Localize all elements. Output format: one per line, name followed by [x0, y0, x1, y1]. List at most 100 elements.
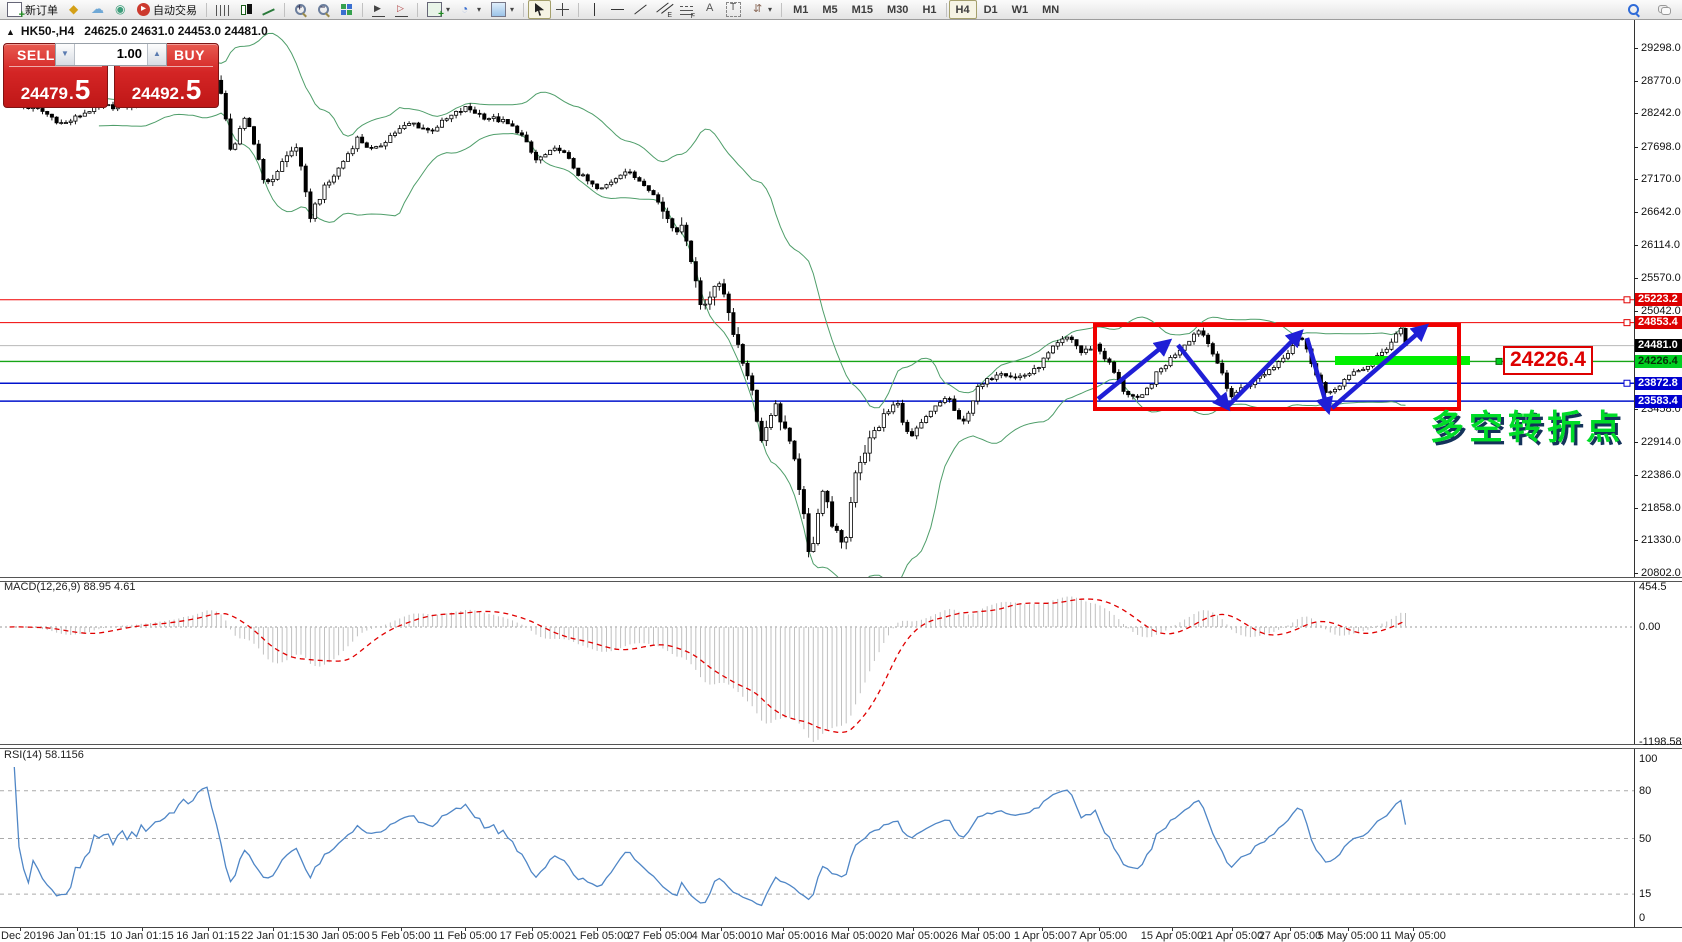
- line-chart-button[interactable]: [257, 0, 280, 19]
- time-tick-label: 17 Feb 05:00: [500, 930, 565, 942]
- time-tick-label: 11 May 05:00: [1380, 930, 1446, 942]
- equidistant-channel-button[interactable]: [652, 0, 675, 19]
- new-order-button[interactable]: 新订单: [2, 0, 63, 19]
- new-chart-dropdown-icon[interactable]: ▾: [446, 5, 450, 14]
- candlestick-chart-button[interactable]: [234, 0, 257, 19]
- price-tick-dash: [1634, 81, 1638, 82]
- zoom-out-button[interactable]: [312, 0, 335, 19]
- toolbar-group[interactable]: [209, 0, 282, 19]
- level-marker[interactable]: [1624, 380, 1630, 386]
- time-tick-label: 16 Mar 05:00: [816, 930, 881, 942]
- price-tick-dash: [1634, 540, 1638, 541]
- trend-arrow[interactable]: [1332, 327, 1425, 408]
- level-marker[interactable]: [1624, 320, 1630, 326]
- toolbar-right[interactable]: [1622, 0, 1682, 19]
- periods-dropdown-icon[interactable]: ▾: [477, 5, 481, 14]
- timeframe-m5-button[interactable]: M5: [815, 0, 844, 19]
- price-tick-label: 20802.0: [1641, 567, 1681, 579]
- rsi-axis-label: 50: [1639, 833, 1651, 845]
- timeframe-d1-button[interactable]: D1: [977, 0, 1005, 19]
- community-icon: [91, 3, 104, 16]
- trend-arrow[interactable]: [1178, 345, 1227, 407]
- metaeditor-button[interactable]: [63, 0, 86, 19]
- toolbar-group[interactable]: [365, 0, 415, 19]
- toolbar-separator[interactable]: [781, 3, 782, 17]
- text-button[interactable]: [698, 0, 721, 19]
- chart-shift-button[interactable]: [390, 0, 413, 19]
- level-marker[interactable]: [1624, 297, 1630, 303]
- trendline-button[interactable]: [629, 0, 652, 19]
- autotrading-button[interactable]: 自动交易: [132, 0, 202, 19]
- new-chart-button[interactable]: ▾: [422, 0, 455, 19]
- community-button[interactable]: [86, 0, 109, 19]
- bar-chart-button[interactable]: [211, 0, 234, 19]
- arrows-button[interactable]: ▾: [746, 0, 777, 19]
- price-tick-label: 22386.0: [1641, 469, 1681, 481]
- signals-button[interactable]: [109, 0, 132, 19]
- pane-splitter-macd[interactable]: [0, 577, 1682, 582]
- periods-button[interactable]: ▾: [455, 0, 486, 19]
- cursor-button[interactable]: [528, 0, 551, 19]
- toolbar-group[interactable]: ▾ ▾ ▾: [420, 0, 521, 19]
- toolbar-separator[interactable]: [523, 3, 524, 17]
- templates-dropdown-icon[interactable]: ▾: [510, 5, 514, 14]
- crosshair-button[interactable]: [551, 0, 574, 19]
- volume-input[interactable]: 1.00: [75, 44, 147, 65]
- collapse-panel-icon[interactable]: ▲: [6, 27, 15, 37]
- timeframe-group[interactable]: M1M5M15M30H1 H4D1W1MN: [784, 0, 1068, 19]
- price-tick-dash: [1634, 113, 1638, 114]
- toolbar-group[interactable]: 新订单 自动交易: [0, 0, 204, 19]
- auto-scroll-button[interactable]: [367, 0, 390, 19]
- toolbar-separator[interactable]: [417, 3, 418, 17]
- toolbar-separator[interactable]: [206, 3, 207, 17]
- toolbar-separator[interactable]: [946, 3, 947, 17]
- trend-arrow[interactable]: [1227, 333, 1300, 407]
- support-bar[interactable]: [1335, 356, 1470, 365]
- toolbar-group[interactable]: ▾: [581, 0, 779, 19]
- price-tick-dash: [1634, 179, 1638, 180]
- zoom-in-button[interactable]: [289, 0, 312, 19]
- level-marker[interactable]: [1496, 358, 1502, 364]
- timeframe-m1-button[interactable]: M1: [786, 0, 815, 19]
- one-click-trading-panel: SELL 24479.5 BUY 24492.5 ▼ 1.00 ▲: [3, 43, 217, 106]
- search-button[interactable]: [1622, 0, 1645, 19]
- timeframe-mn-button[interactable]: MN: [1035, 0, 1066, 19]
- fibonacci-button[interactable]: [675, 0, 698, 19]
- price-tick-dash: [1634, 245, 1638, 246]
- trend-arrow[interactable]: [1098, 342, 1168, 399]
- trend-arrow[interactable]: [1307, 338, 1328, 410]
- templates-icon: [491, 2, 506, 17]
- chat-button[interactable]: [1653, 0, 1676, 19]
- toolbar-separator[interactable]: [578, 3, 579, 17]
- macd-histogram: [10, 597, 1406, 742]
- timeframe-m15-button[interactable]: M15: [845, 0, 880, 19]
- volume-decrease-button[interactable]: ▼: [56, 44, 75, 65]
- toolbar-separator[interactable]: [284, 3, 285, 17]
- horizontal-line-button[interactable]: [606, 0, 629, 19]
- volume-increase-button[interactable]: ▲: [147, 44, 166, 65]
- tile-windows-button[interactable]: [335, 0, 358, 19]
- pane-splitter-rsi[interactable]: [0, 744, 1682, 749]
- clock-icon: [460, 3, 473, 16]
- time-tick-label: 10 Jan 01:15: [110, 930, 174, 942]
- timeframe-h1-button[interactable]: H1: [915, 0, 943, 19]
- toolbar-group[interactable]: [287, 0, 360, 19]
- text-label-button[interactable]: [721, 0, 746, 19]
- templates-button[interactable]: ▾: [486, 0, 519, 19]
- buy-price-main: 24492: [132, 84, 179, 104]
- turning-point-note[interactable]: 多空转折点: [1430, 400, 1625, 449]
- new-chart-icon: [427, 2, 442, 17]
- level-lines: [0, 297, 1634, 401]
- timeframe-m30-button[interactable]: M30: [880, 0, 915, 19]
- timeframe-h4-button[interactable]: H4: [949, 0, 977, 19]
- vertical-line-button[interactable]: [583, 0, 606, 19]
- support-level-price-label[interactable]: 24226.4: [1503, 346, 1593, 375]
- arrows-dropdown-icon[interactable]: ▾: [768, 5, 772, 14]
- new-order-icon: [7, 2, 22, 17]
- price-tick-dash: [1634, 573, 1638, 574]
- timeframe-w1-button[interactable]: W1: [1005, 0, 1036, 19]
- signals-icon: [114, 3, 127, 16]
- toolbar-group[interactable]: [526, 0, 576, 19]
- toolbar-separator[interactable]: [362, 3, 363, 17]
- trend-arrows[interactable]: [1098, 327, 1425, 410]
